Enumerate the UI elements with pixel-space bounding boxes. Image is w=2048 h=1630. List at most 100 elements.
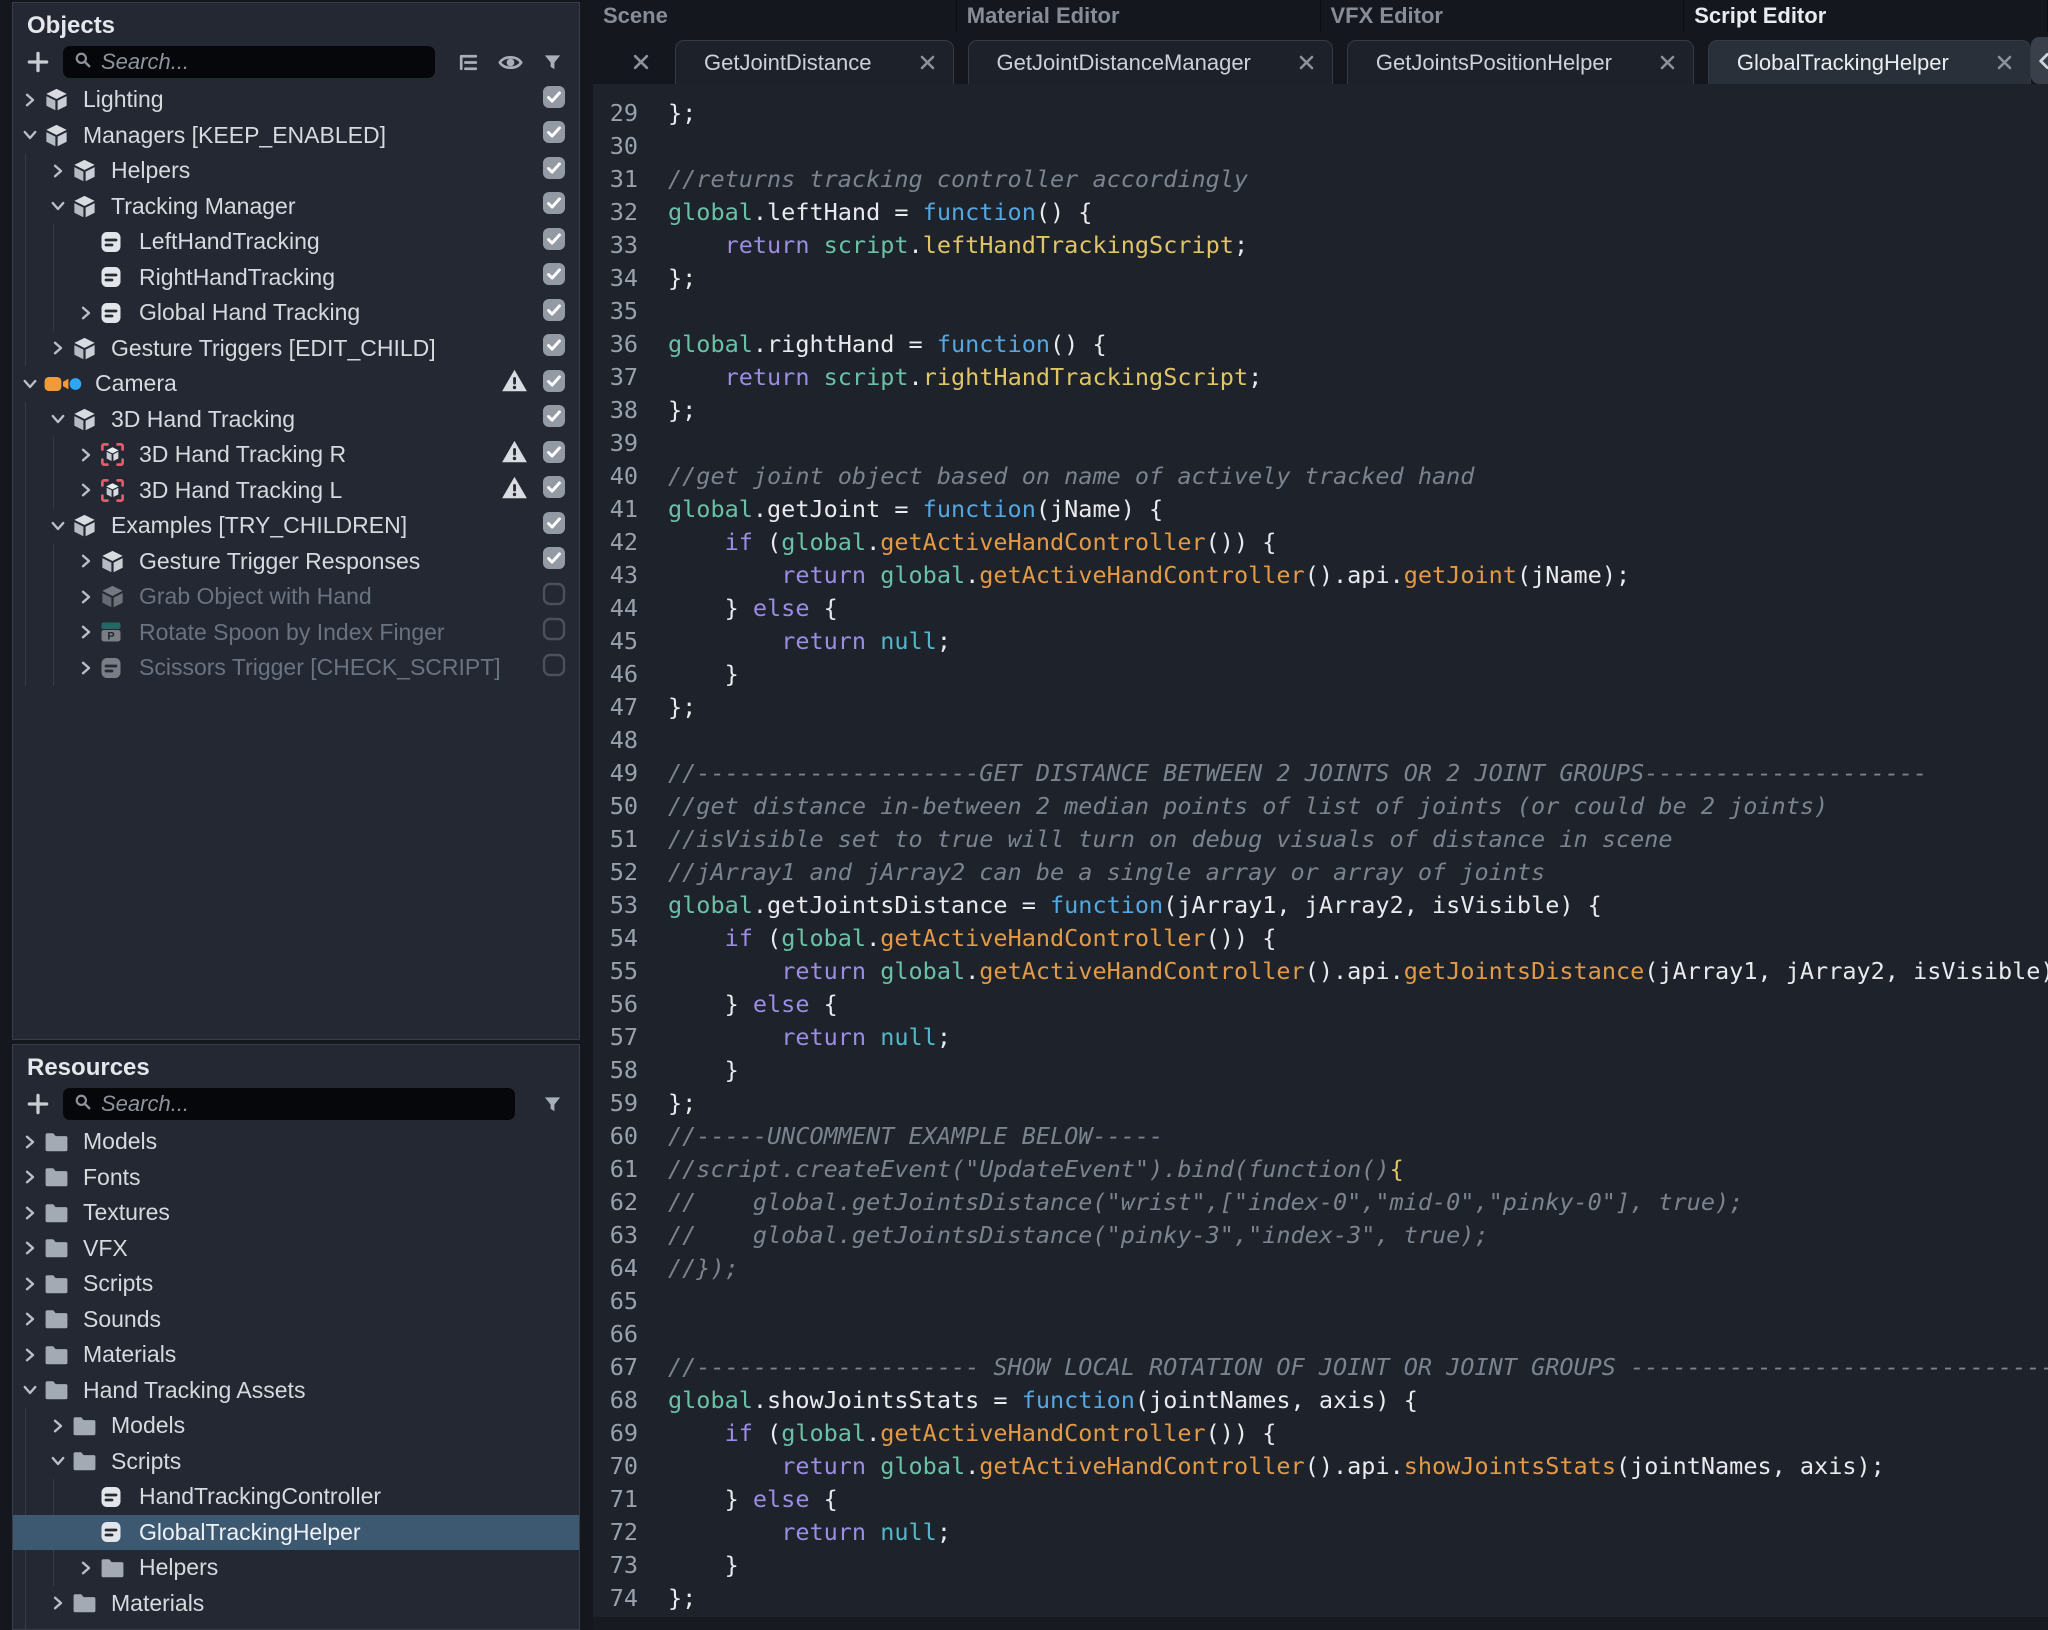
tree-row[interactable]: Grab Object with Hand (13, 579, 579, 615)
visibility-checkbox[interactable] (542, 262, 566, 292)
chevron-right-icon[interactable] (17, 1342, 43, 1368)
visibility-checkbox[interactable] (542, 653, 566, 683)
add-resource-button[interactable] (23, 1089, 53, 1119)
tree-row[interactable]: 3D Hand Tracking (13, 402, 579, 438)
visibility-checkbox[interactable] (542, 546, 566, 576)
visibility-checkbox[interactable] (542, 120, 566, 150)
chevron-right-icon[interactable] (45, 1626, 71, 1630)
visibility-checkbox[interactable] (542, 582, 566, 612)
chevron-right-icon[interactable] (17, 1200, 43, 1226)
visibility-checkbox[interactable] (542, 617, 566, 647)
tree-row[interactable]: Scripts (13, 1444, 579, 1480)
visibility-checkbox[interactable] (542, 227, 566, 257)
chevron-right-icon[interactable] (45, 1590, 71, 1616)
tabs-scroll-left-button[interactable] (2031, 37, 2048, 84)
chevron-right-icon[interactable] (73, 584, 99, 610)
tree-row[interactable]: Helpers (13, 153, 579, 189)
chevron-down-icon[interactable] (17, 1377, 43, 1403)
chevron-down-icon[interactable] (45, 406, 71, 432)
chevron-right-icon[interactable] (73, 477, 99, 503)
tree-row[interactable]: 3D Hand Tracking R (13, 437, 579, 473)
chevron-right-icon[interactable] (45, 1413, 71, 1439)
chevron-right-icon[interactable] (73, 619, 99, 645)
tree-row[interactable]: Hand Gesture Presets [TRY_PREFABS] (13, 1621, 579, 1630)
resources-search-box[interactable] (63, 1088, 515, 1120)
close-icon[interactable] (621, 40, 661, 84)
visibility-checkbox[interactable] (542, 298, 566, 328)
add-object-button[interactable] (23, 47, 53, 77)
chevron-right-icon[interactable] (73, 1555, 99, 1581)
chevron-right-icon[interactable] (17, 1306, 43, 1332)
tree-row[interactable]: Managers [KEEP_ENABLED] (13, 118, 579, 154)
tree-row[interactable]: RightHandTracking (13, 260, 579, 296)
tree-row[interactable]: Scripts (13, 1266, 579, 1302)
outline-view-icon[interactable] (453, 47, 483, 77)
tree-row[interactable]: Examples [TRY_CHILDREN] (13, 508, 579, 544)
tree-row[interactable]: Camera (13, 366, 579, 402)
chevron-right-icon[interactable] (45, 158, 71, 184)
close-icon[interactable] (918, 53, 937, 72)
chevron-right-icon[interactable] (17, 1129, 43, 1155)
filter-icon[interactable] (537, 1089, 567, 1119)
script-tab-GetJointDistanceManager[interactable]: GetJointDistanceManager (968, 40, 1333, 84)
tree-row[interactable]: Materials (13, 1586, 579, 1622)
tree-row[interactable]: Global Hand Tracking (13, 295, 579, 331)
tree-row[interactable]: Gesture Triggers [EDIT_CHILD] (13, 331, 579, 367)
script-tab-GlobalTrackingHelper[interactable]: GlobalTrackingHelper (1708, 40, 2031, 84)
panel-tab-vfx-editor[interactable]: VFX Editor (1321, 0, 1685, 32)
tree-row[interactable]: Fonts (13, 1160, 579, 1196)
chevron-down-icon[interactable] (45, 513, 71, 539)
visibility-checkbox[interactable] (542, 85, 566, 115)
panel-tab-script-editor[interactable]: Script Editor (1684, 0, 2048, 32)
objects-search-box[interactable] (63, 46, 435, 78)
tree-row[interactable]: Textures (13, 1195, 579, 1231)
chevron-right-icon[interactable] (73, 548, 99, 574)
tree-row[interactable]: Models (13, 1408, 579, 1444)
close-icon[interactable] (1658, 53, 1677, 72)
chevron-down-icon[interactable] (17, 122, 43, 148)
tree-row[interactable]: GlobalTrackingHelper (13, 1515, 579, 1551)
tree-row[interactable]: Gesture Trigger Responses (13, 544, 579, 580)
script-tab-GetJointDistance[interactable]: GetJointDistance (675, 40, 954, 84)
panel-tab-material-editor[interactable]: Material Editor (957, 0, 1321, 32)
script-tab-GetJointsPositionHelper[interactable]: GetJointsPositionHelper (1347, 40, 1694, 84)
visibility-checkbox[interactable] (542, 475, 566, 505)
visibility-checkbox[interactable] (542, 333, 566, 363)
chevron-right-icon[interactable] (45, 335, 71, 361)
tree-row[interactable]: Tracking Manager (13, 189, 579, 225)
visibility-checkbox[interactable] (542, 191, 566, 221)
tree-row[interactable]: Hand Tracking Assets (13, 1373, 579, 1409)
visibility-checkbox[interactable] (542, 511, 566, 541)
chevron-down-icon[interactable] (45, 193, 71, 219)
tree-row[interactable]: 3D Hand Tracking L (13, 473, 579, 509)
tree-row[interactable]: Models (13, 1124, 579, 1160)
tree-row[interactable]: Scissors Trigger [CHECK_SCRIPT] (13, 650, 579, 686)
visibility-checkbox[interactable] (542, 404, 566, 434)
chevron-right-icon[interactable] (17, 1235, 43, 1261)
tree-row[interactable]: PRotate Spoon by Index Finger (13, 615, 579, 651)
visibility-checkbox[interactable] (542, 156, 566, 186)
chevron-down-icon[interactable] (45, 1448, 71, 1474)
close-icon[interactable] (1297, 53, 1316, 72)
chevron-right-icon[interactable] (17, 1271, 43, 1297)
code-editor[interactable]: 29};3031//returns tracking controller ac… (593, 84, 2048, 1617)
visibility-checkbox[interactable] (542, 440, 566, 470)
chevron-right-icon[interactable] (73, 655, 99, 681)
visibility-checkbox[interactable] (542, 369, 566, 399)
panel-tab-scene[interactable]: Scene (593, 0, 957, 32)
chevron-down-icon[interactable] (17, 371, 43, 397)
filter-icon[interactable] (537, 47, 567, 77)
chevron-right-icon[interactable] (17, 87, 43, 113)
close-icon[interactable] (1995, 53, 2014, 72)
tree-row[interactable]: Materials (13, 1337, 579, 1373)
tree-row[interactable]: HandTrackingController (13, 1479, 579, 1515)
resources-search-input[interactable] (101, 1091, 505, 1117)
tree-row[interactable]: VFX (13, 1231, 579, 1267)
eye-icon[interactable] (495, 47, 525, 77)
tree-row[interactable]: Lighting (13, 82, 579, 118)
tree-row[interactable]: Sounds (13, 1302, 579, 1338)
objects-search-input[interactable] (101, 49, 425, 75)
horizontal-scrollbar[interactable] (593, 1617, 2048, 1630)
chevron-right-icon[interactable] (73, 300, 99, 326)
chevron-right-icon[interactable] (17, 1164, 43, 1190)
